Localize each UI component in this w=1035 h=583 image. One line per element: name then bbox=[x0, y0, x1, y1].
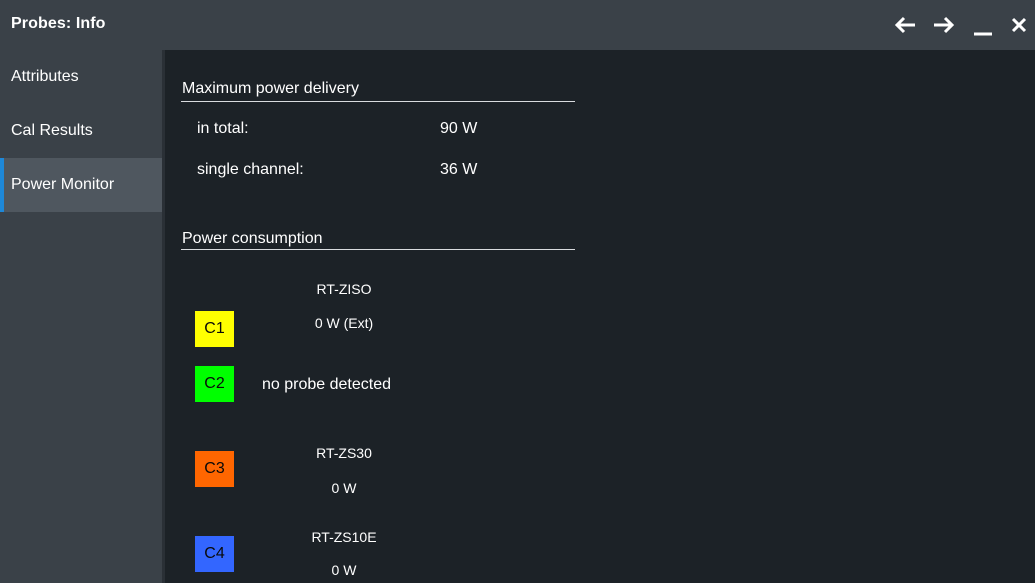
power-monitor-panel: Maximum power delivery in total: 90 W si… bbox=[165, 50, 1035, 583]
single-channel-power-value: 36 W bbox=[440, 161, 478, 178]
channel-c2-status: no probe detected bbox=[262, 376, 391, 393]
arrow-right-icon bbox=[934, 16, 955, 34]
channel-badge-c4[interactable]: C4 bbox=[195, 536, 234, 572]
sidebar: Attributes Cal Results Power Monitor bbox=[0, 50, 162, 583]
sidebar-item-cal-results[interactable]: Cal Results bbox=[0, 106, 162, 158]
sidebar-item-label: Power Monitor bbox=[11, 176, 115, 193]
total-power-label: in total: bbox=[197, 120, 249, 137]
minimize-icon bbox=[974, 32, 992, 36]
close-button[interactable] bbox=[1004, 8, 1034, 42]
minimize-button[interactable] bbox=[968, 8, 998, 42]
total-power-value: 90 W bbox=[440, 120, 478, 137]
section-divider bbox=[181, 249, 575, 250]
forward-button[interactable] bbox=[928, 8, 958, 42]
sidebar-item-power-monitor[interactable]: Power Monitor bbox=[0, 158, 162, 212]
sidebar-item-label: Cal Results bbox=[11, 122, 93, 139]
channel-c3-probe: RT-ZS30 bbox=[316, 445, 372, 461]
sidebar-item-attributes[interactable]: Attributes bbox=[0, 52, 162, 104]
channel-badge-c3[interactable]: C3 bbox=[195, 451, 234, 487]
arrow-left-icon bbox=[894, 16, 915, 34]
channel-c4-probe: RT-ZS10E bbox=[311, 529, 377, 545]
back-button[interactable] bbox=[891, 8, 921, 42]
channel-c1-probe: RT-ZISO bbox=[316, 281, 372, 297]
channel-badge-c1[interactable]: C1 bbox=[195, 311, 234, 347]
title-bar: Probes: Info bbox=[0, 0, 1035, 50]
single-channel-power-label: single channel: bbox=[197, 161, 304, 178]
active-indicator bbox=[0, 158, 4, 212]
sidebar-item-label: Attributes bbox=[11, 68, 79, 85]
channel-c3-power: 0 W bbox=[331, 480, 357, 496]
channel-badge-c2[interactable]: C2 bbox=[195, 366, 234, 402]
probes-info-dialog: Probes: Info Attributes Cal Results Powe… bbox=[0, 0, 1035, 583]
channel-c4-power: 0 W bbox=[331, 562, 357, 578]
close-icon bbox=[1011, 17, 1027, 33]
section-title-power-consumption: Power consumption bbox=[182, 230, 323, 247]
window-title: Probes: Info bbox=[11, 15, 106, 32]
section-divider bbox=[181, 101, 575, 102]
section-title-max-power: Maximum power delivery bbox=[182, 80, 359, 97]
channel-c1-power: 0 W (Ext) bbox=[314, 315, 374, 331]
